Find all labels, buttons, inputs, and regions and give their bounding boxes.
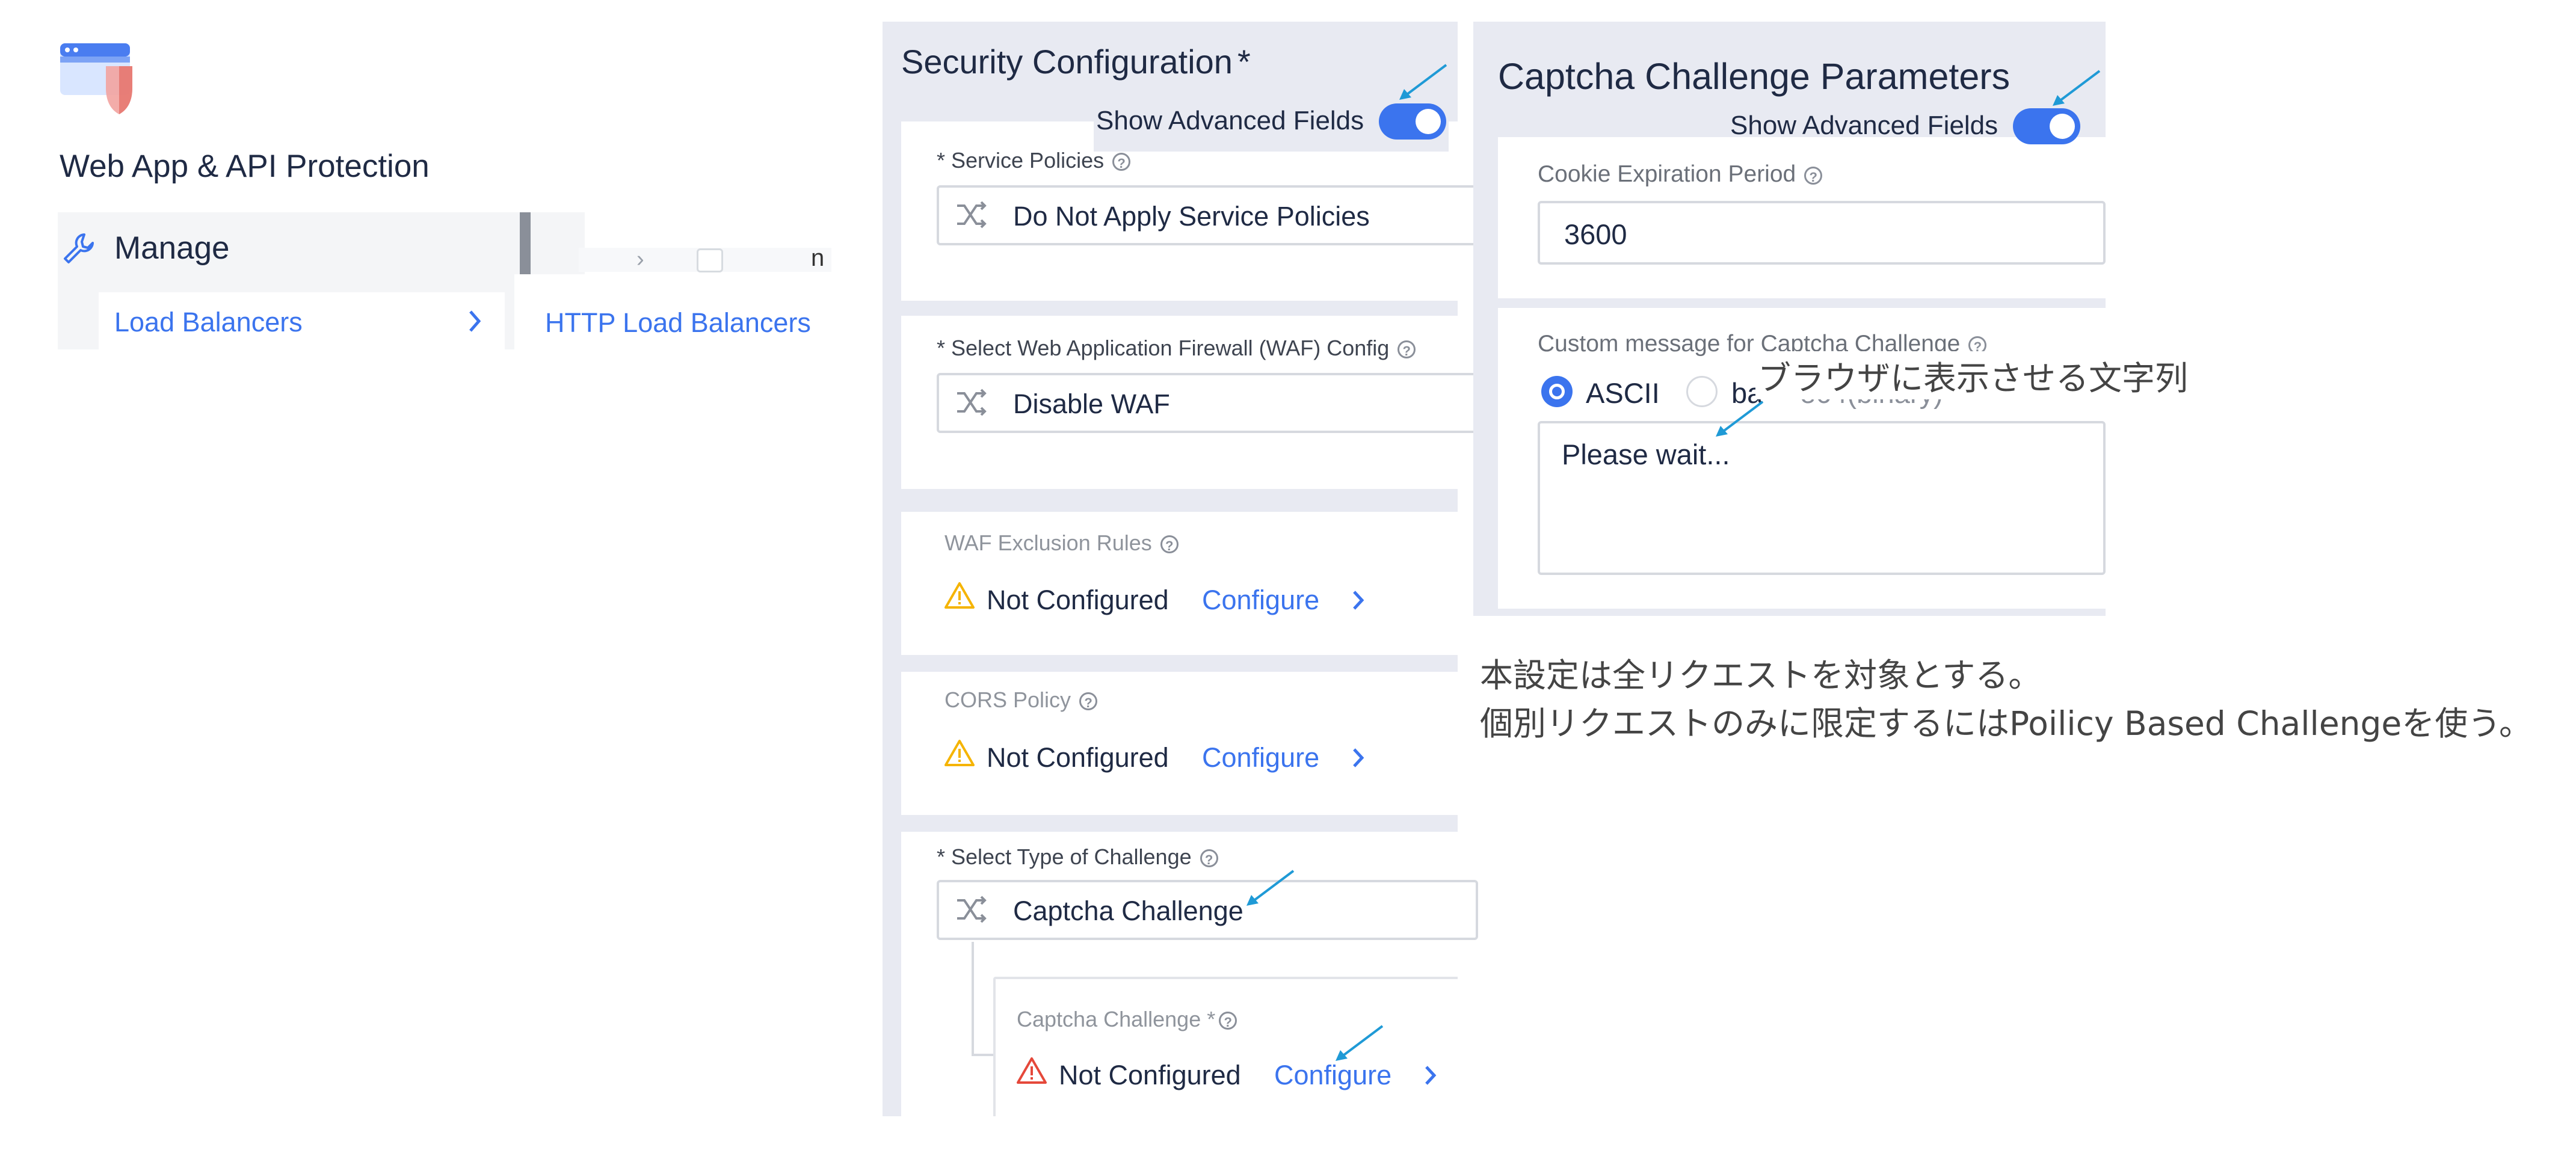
annotation-arrow-icon [1712,399,1766,439]
nested-connector [972,942,974,1056]
waap-logo-icon [58,41,148,118]
warning-icon [943,739,976,767]
annotation-browser-text: ブラウザに表示させる文字列 [1755,351,2191,399]
challenge-type-label-text: * Select Type of Challenge [937,844,1192,869]
captcha-params-title: Captcha Challenge Parameters [1498,56,2011,97]
challenge-type-value: Captcha Challenge [1013,896,1243,926]
toggle-knob [1416,109,1441,134]
annotation-arrow-icon [1396,63,1450,102]
help-icon[interactable]: ? [1397,340,1416,359]
chevron-right-icon[interactable] [1351,746,1366,770]
warning-icon [943,581,976,610]
radio-dot [1549,384,1565,399]
service-policies-label: * Service Policies? [937,148,1131,173]
shuffle-icon [955,894,988,924]
page-title: Security Configuration * [901,42,1251,81]
security-title-text: Security Configuration [901,43,1233,81]
show-advanced-toggle[interactable] [2013,108,2080,144]
help-icon[interactable]: ? [1219,1012,1237,1030]
annotation-arrow-icon [1332,1024,1386,1063]
waf-exclusion-label: WAF Exclusion Rules? [944,530,1179,556]
card-captcha-challenge [993,977,1458,1116]
waf-exclusion-configure-link[interactable]: Configure [1202,585,1319,616]
background-chevron-icon: › [636,247,644,272]
cors-label-text: CORS Policy [944,687,1071,712]
show-advanced-label: Show Advanced Fields [1730,111,1998,140]
show-advanced-toggle[interactable] [1379,103,1446,140]
custom-message-value: Please wait... [1562,438,1730,470]
shuffle-icon [955,200,988,230]
cookie-expiration-label-text: Cookie Expiration Period [1538,161,1796,187]
challenge-type-label: * Select Type of Challenge? [937,844,1218,870]
radio-ascii[interactable] [1541,376,1573,407]
waf-config-label-text: * Select Web Application Firewall (WAF) … [937,336,1390,360]
help-icon[interactable]: ? [1160,535,1179,554]
annotation-arrow-icon [1243,868,1297,908]
toggle-knob [2050,114,2075,139]
cors-label: CORS Policy? [944,687,1098,713]
help-icon[interactable]: ? [1200,849,1218,868]
nav-section-label: Manage [114,230,230,266]
app-title: Web App & API Protection [60,149,430,184]
chevron-right-icon[interactable] [1423,1063,1438,1087]
background-text: n [811,245,825,271]
captcha-challenge-status: Not Configured [1059,1060,1241,1090]
show-advanced-label: Show Advanced Fields [1096,106,1364,135]
waf-exclusion-status: Not Configured [987,585,1169,615]
service-policies-label-text: * Service Policies [937,148,1105,173]
submenu-item-http-load-balancers[interactable]: HTTP Load Balancers [545,307,811,339]
cookie-expiration-value: 3600 [1564,218,1627,250]
captcha-challenge-configure-link[interactable]: Configure [1274,1060,1391,1091]
waf-value: Disable WAF [1013,389,1170,419]
cors-status: Not Configured [987,742,1169,773]
cors-configure-link[interactable]: Configure [1202,742,1319,773]
waf-exclusion-label-text: WAF Exclusion Rules [944,530,1152,555]
annotation-note-line2: 個別リクエストのみに限定するにはPoilicy Based Challengeを… [1480,704,2532,743]
help-icon[interactable]: ? [1112,153,1131,171]
annotation-arrow-icon [2049,69,2103,108]
radio-ascii-label: ASCII [1586,377,1660,409]
annotation-note-line1: 本設定は全リクエストを対象とする。 [1480,656,2042,695]
help-icon[interactable]: ? [1079,692,1098,711]
waf-config-label: * Select Web Application Firewall (WAF) … [937,336,1416,361]
help-icon[interactable]: ? [1804,166,1823,185]
chevron-right-icon [467,308,484,334]
cookie-expiration-label: Cookie Expiration Period? [1538,161,1823,188]
nav-scroll-track [531,212,585,274]
captcha-challenge-label: Captcha Challenge *? [1017,1007,1237,1032]
nav-item-label: Load Balancers [114,307,303,337]
nav-scrollbar[interactable] [520,212,531,274]
wrench-icon [60,231,94,265]
captcha-challenge-label-text: Captcha Challenge * [1017,1007,1216,1031]
background-checkbox [697,248,723,272]
chevron-right-icon[interactable] [1351,588,1366,612]
service-policies-value: Do Not Apply Service Policies [1013,201,1370,232]
required-mark: * [1237,43,1251,81]
shuffle-icon [955,387,988,417]
error-icon [1015,1056,1048,1085]
